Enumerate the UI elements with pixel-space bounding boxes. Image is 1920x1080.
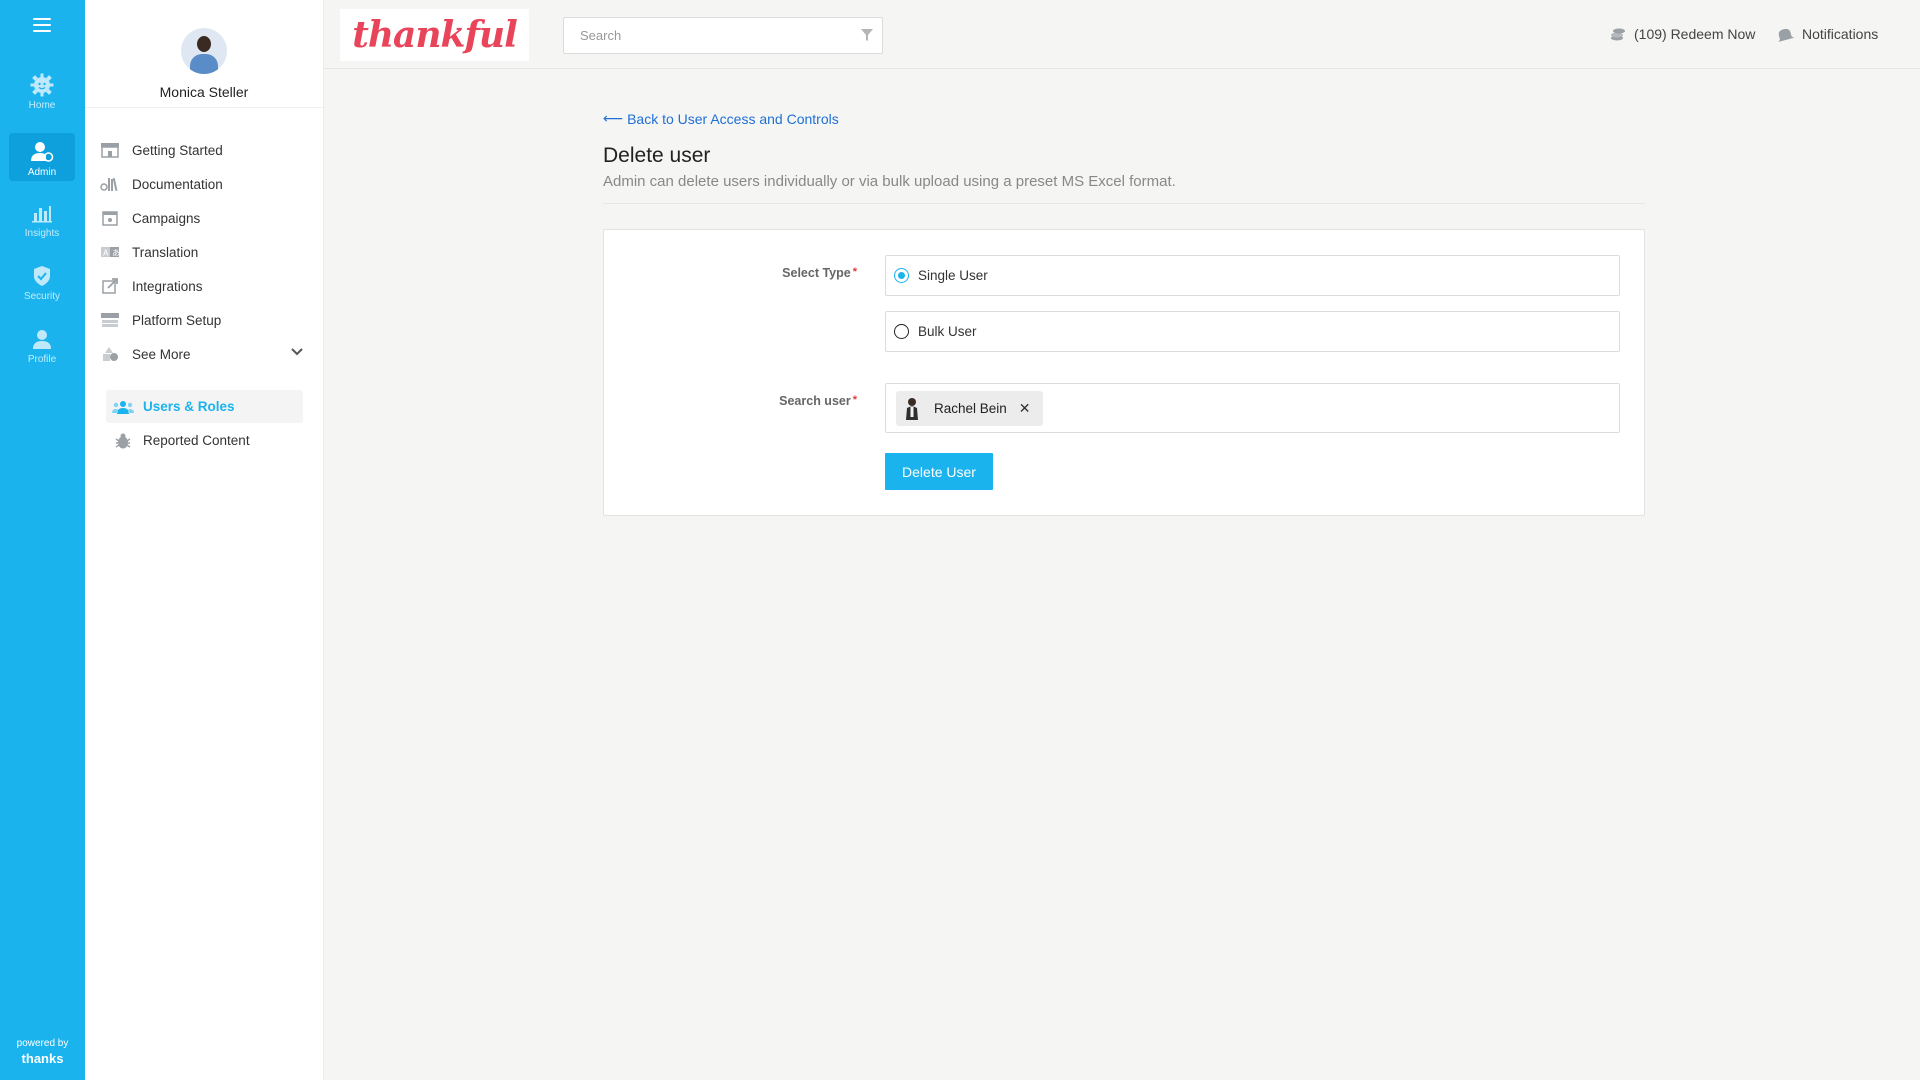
rail-label-security: Security bbox=[23, 291, 61, 302]
admin-user-icon bbox=[31, 142, 54, 162]
coins-icon bbox=[1611, 28, 1625, 41]
rail-item-insights[interactable]: Insights bbox=[9, 194, 75, 242]
submenu-label: Users & Roles bbox=[143, 399, 235, 414]
person-icon bbox=[33, 330, 51, 349]
menu-label: Documentation bbox=[132, 176, 223, 192]
submenu-item-reported-content[interactable]: Reported Content bbox=[106, 424, 303, 457]
svg-text:あ: あ bbox=[112, 249, 120, 258]
back-to-user-access-link[interactable]: ⟵ Back to User Access and Controls bbox=[603, 110, 839, 127]
selected-user-name: Rachel Bein bbox=[934, 401, 1007, 416]
rail-item-profile[interactable]: Profile bbox=[9, 320, 75, 368]
brand-logo[interactable]: thankful bbox=[340, 9, 529, 61]
storefront-icon bbox=[100, 142, 120, 158]
menu-label: Getting Started bbox=[132, 142, 223, 158]
user-avatar-icon bbox=[906, 397, 918, 420]
avatar[interactable] bbox=[181, 28, 227, 74]
submenu-item-users-roles[interactable]: Users & Roles bbox=[106, 390, 303, 423]
rail-item-home[interactable]: Home bbox=[9, 66, 75, 114]
menu-label: Integrations bbox=[132, 278, 203, 294]
back-link-label: Back to User Access and Controls bbox=[627, 110, 839, 127]
search-input[interactable] bbox=[563, 17, 883, 54]
notifications-label: Notifications bbox=[1802, 26, 1879, 42]
redeem-label: (109) Redeem Now bbox=[1634, 26, 1756, 42]
delete-user-button[interactable]: Delete User bbox=[885, 453, 993, 490]
filter-icon[interactable] bbox=[860, 28, 874, 42]
menu-item-documentation[interactable]: Documentation bbox=[85, 167, 323, 201]
users-group-icon bbox=[112, 399, 134, 415]
chevron-down-icon[interactable] bbox=[291, 346, 303, 358]
powered-by: powered by thanks bbox=[0, 1038, 85, 1066]
radio-bulk-user[interactable] bbox=[894, 324, 909, 339]
translate-icon: Aあ bbox=[100, 244, 120, 260]
select-type-label: Select Type * bbox=[697, 266, 857, 280]
remove-user-icon[interactable]: ✕ bbox=[1019, 400, 1031, 417]
menu-item-platform-setup[interactable]: Platform Setup bbox=[85, 303, 323, 337]
submenu-label: Reported Content bbox=[143, 433, 250, 448]
rail-label-admin: Admin bbox=[27, 167, 57, 178]
search-user-field[interactable]: Rachel Bein ✕ bbox=[885, 383, 1620, 433]
radio-single-user[interactable] bbox=[894, 268, 909, 283]
admin-side-panel: Monica Steller Getting Started Documenta… bbox=[85, 0, 324, 1080]
menu-label: Translation bbox=[132, 244, 199, 260]
option-single-user[interactable]: Single User bbox=[885, 255, 1620, 296]
notifications-link[interactable]: Notifications bbox=[1776, 23, 1878, 45]
menu-item-integrations[interactable]: Integrations bbox=[85, 269, 323, 303]
redeem-now-link[interactable]: (109) Redeem Now bbox=[1610, 23, 1755, 45]
required-marker: * bbox=[852, 394, 857, 406]
search-user-text: Search user bbox=[779, 394, 851, 408]
page-description: Admin can delete users individually or v… bbox=[603, 173, 1176, 190]
top-bar: thankful (109) Redeem Now Notifications bbox=[324, 0, 1920, 69]
select-type-text: Select Type bbox=[782, 266, 851, 280]
bar-chart-icon bbox=[32, 206, 52, 223]
rail-item-security[interactable]: Security bbox=[9, 257, 75, 305]
hamburger-menu-icon[interactable] bbox=[33, 18, 51, 32]
svg-text:A: A bbox=[103, 249, 109, 258]
page-title: Delete user bbox=[603, 144, 711, 167]
menu-item-getting-started[interactable]: Getting Started bbox=[85, 133, 323, 167]
option-label: Bulk User bbox=[918, 324, 977, 339]
menu-label: See More bbox=[132, 346, 191, 362]
menu-item-campaigns[interactable]: Campaigns bbox=[85, 201, 323, 235]
logo-text: thankful bbox=[352, 14, 518, 56]
books-icon bbox=[100, 176, 120, 192]
option-label: Single User bbox=[918, 268, 988, 283]
rail-item-admin[interactable]: Admin bbox=[9, 133, 75, 181]
menu-label: Platform Setup bbox=[132, 312, 222, 328]
selected-user-chip: Rachel Bein ✕ bbox=[896, 391, 1043, 426]
divider bbox=[603, 203, 1645, 204]
arrow-left-icon: ⟵ bbox=[603, 110, 624, 126]
bug-icon bbox=[112, 433, 134, 449]
shapes-icon bbox=[100, 346, 120, 362]
setup-icon bbox=[100, 312, 120, 328]
rail-label-profile: Profile bbox=[27, 354, 57, 365]
option-bulk-user[interactable]: Bulk User bbox=[885, 311, 1620, 352]
profile-block: Monica Steller bbox=[85, 0, 323, 108]
powered-by-brand: thanks bbox=[21, 1051, 64, 1066]
admin-menu: Getting Started Documentation Campaigns … bbox=[85, 108, 323, 371]
left-rail: Home Admin Insights Security Profile pow… bbox=[0, 0, 85, 1080]
home-gear-icon bbox=[30, 73, 54, 97]
search-user-label: Search user * bbox=[697, 394, 857, 408]
powered-by-text: powered by bbox=[16, 1038, 69, 1049]
menu-item-translation[interactable]: Aあ Translation bbox=[85, 235, 323, 269]
bell-icon bbox=[1778, 28, 1794, 42]
profile-name: Monica Steller bbox=[159, 84, 249, 100]
external-link-icon bbox=[100, 278, 120, 294]
rail-label-home: Home bbox=[28, 100, 56, 111]
rail-label-insights: Insights bbox=[24, 228, 60, 239]
menu-label: Campaigns bbox=[132, 210, 201, 226]
menu-item-see-more[interactable]: See More bbox=[85, 337, 323, 371]
required-marker: * bbox=[852, 266, 857, 278]
delete-user-form: Select Type * Single User Bulk User Searc… bbox=[603, 229, 1645, 516]
admin-submenu: Users & Roles Reported Content bbox=[85, 371, 323, 457]
calendar-icon bbox=[100, 210, 120, 226]
shield-check-icon bbox=[34, 266, 50, 286]
